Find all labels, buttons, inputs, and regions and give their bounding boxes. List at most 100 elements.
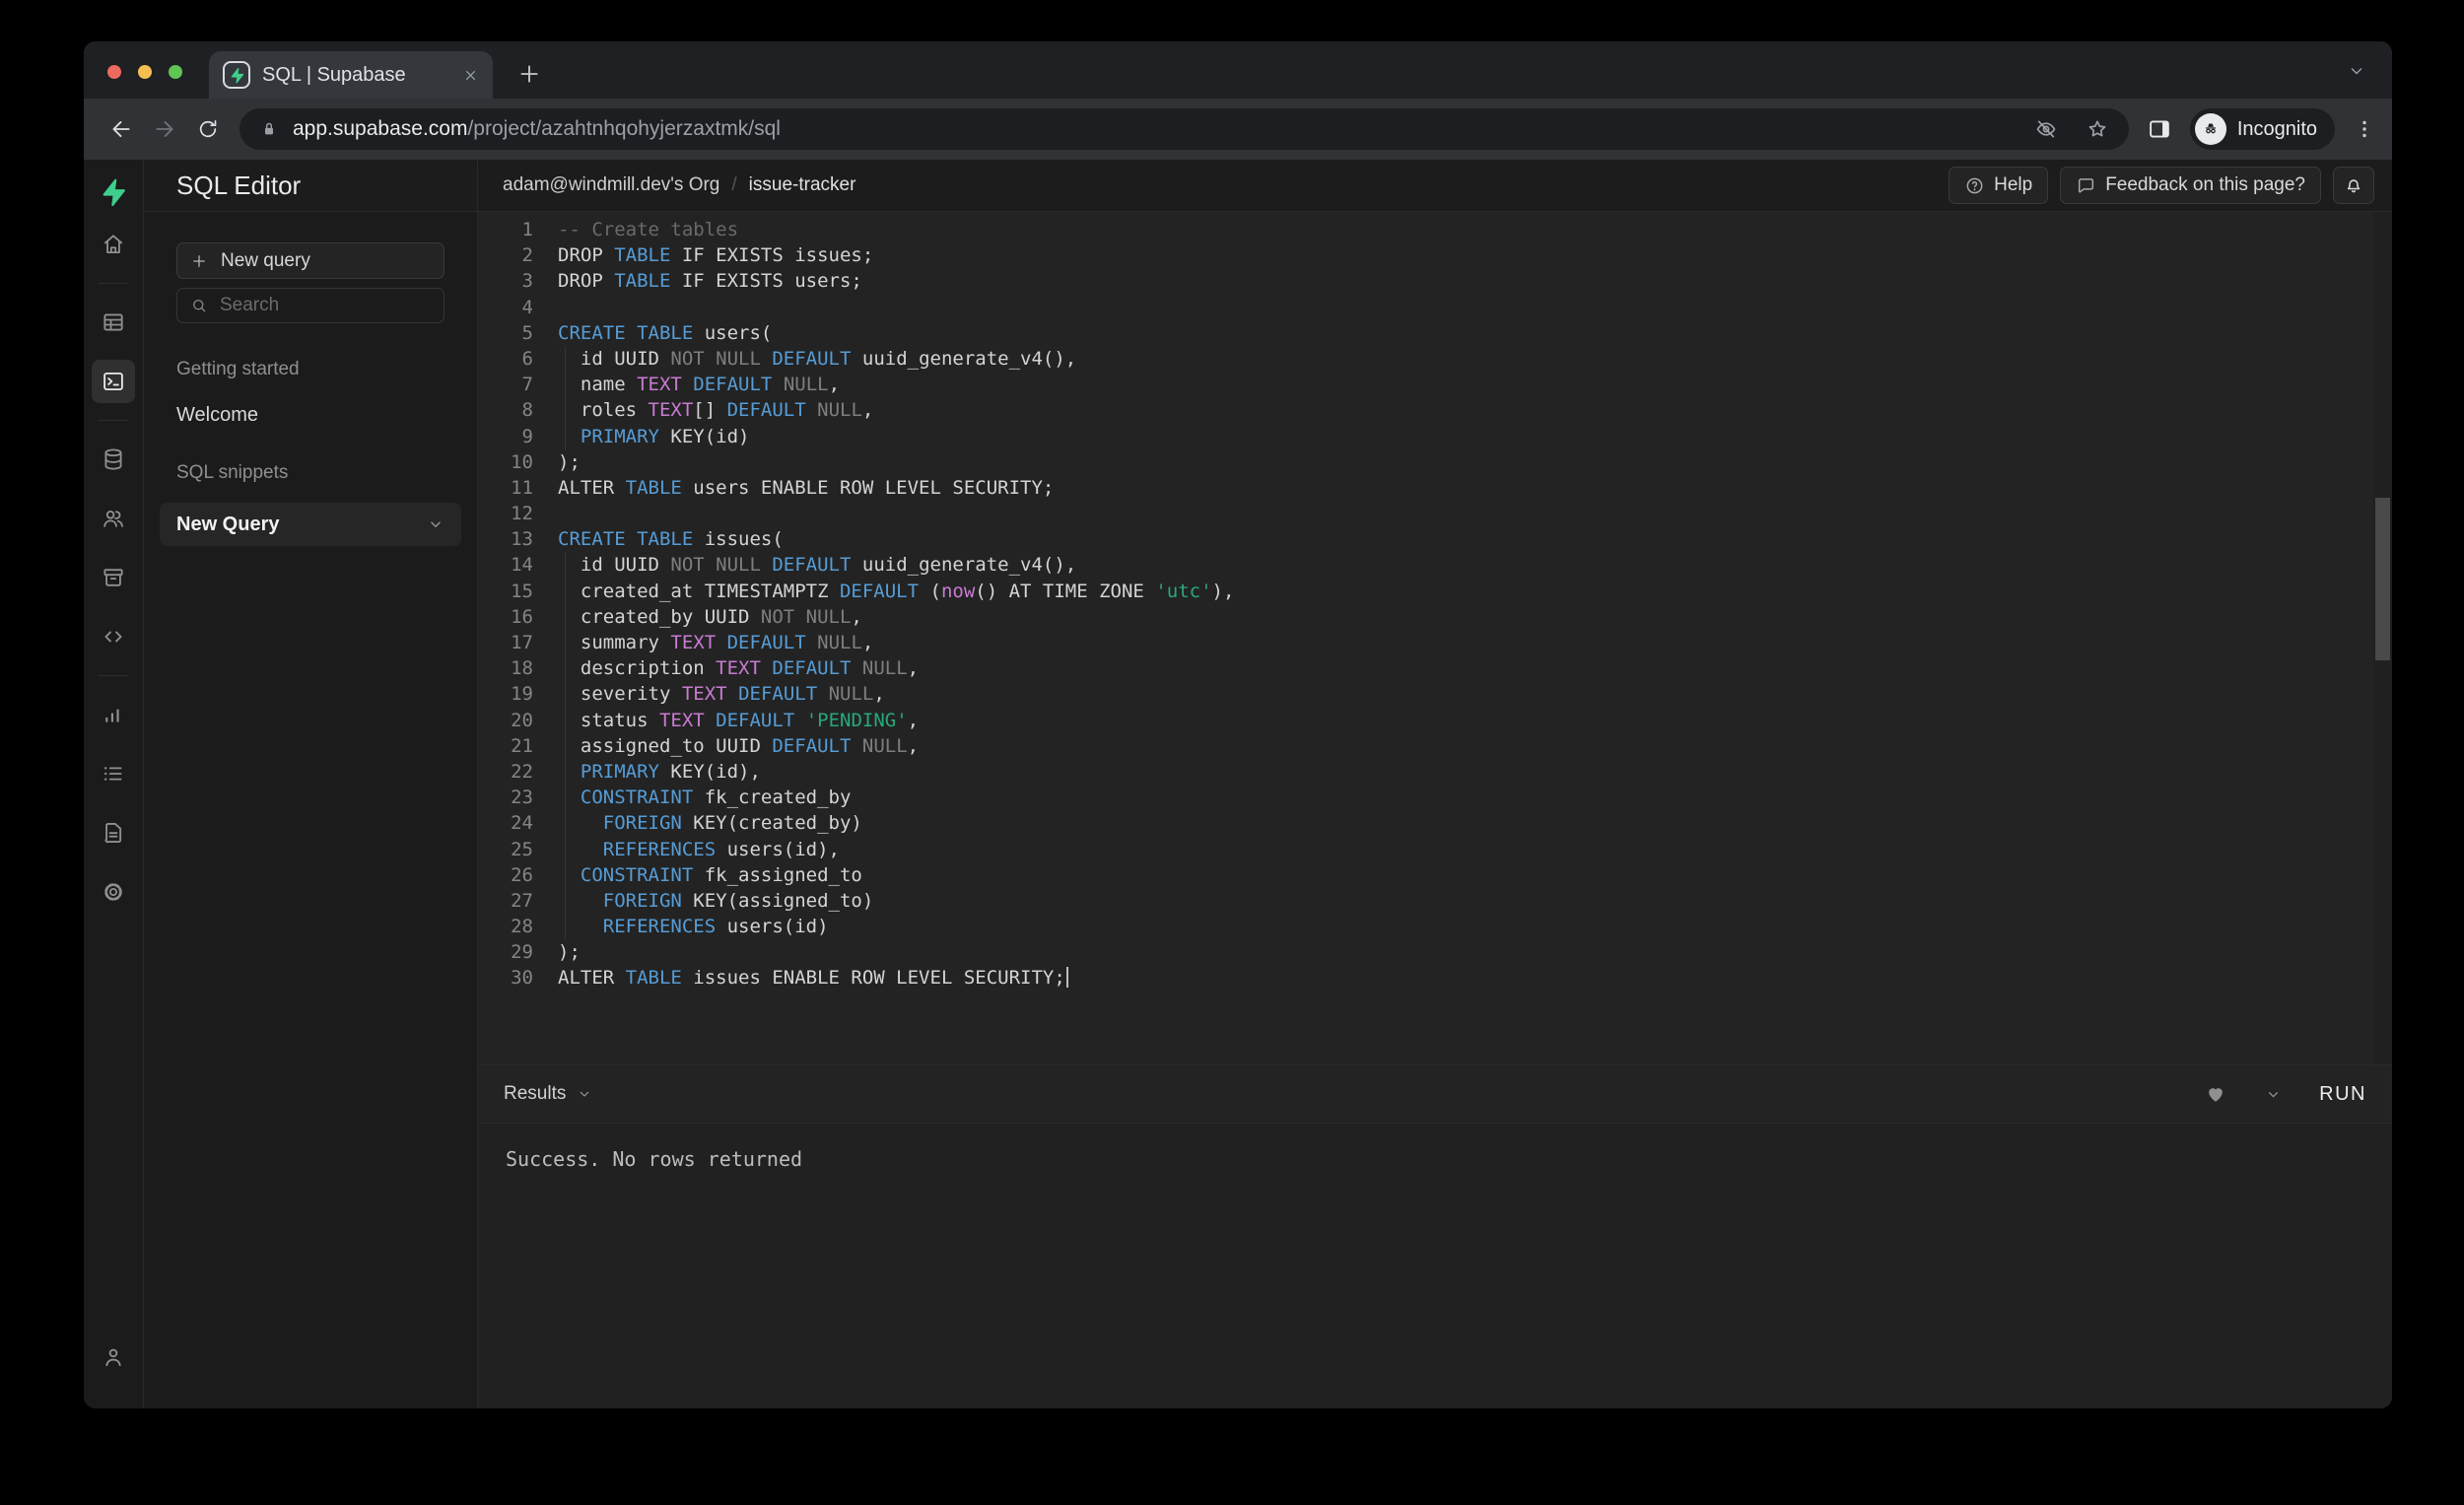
results-dropdown[interactable]: Results [504, 1083, 592, 1105]
help-button[interactable]: Help [1949, 167, 2048, 204]
breadcrumb-org[interactable]: adam@windmill.dev's Org [503, 174, 719, 196]
rail-storage-icon[interactable] [92, 556, 135, 599]
lock-icon [259, 119, 279, 139]
minimize-window-button[interactable] [138, 65, 152, 79]
code-line[interactable]: 11ALTER TABLE users ENABLE ROW LEVEL SEC… [478, 475, 2392, 501]
code-line[interactable]: 13CREATE TABLE issues( [478, 526, 2392, 552]
zoom-window-button[interactable] [169, 65, 182, 79]
rail-sql-editor-icon[interactable] [92, 360, 135, 403]
rail-auth-icon[interactable] [92, 497, 135, 540]
code-line[interactable]: 14 id UUID NOT NULL DEFAULT uuid_generat… [478, 552, 2392, 578]
sidebar-item-welcome[interactable]: Welcome [176, 404, 477, 427]
code-line[interactable]: 9 PRIMARY KEY(id) [478, 424, 2392, 449]
rail-settings-icon[interactable] [92, 870, 135, 914]
speech-bubble-icon [2076, 175, 2096, 196]
new-tab-button[interactable] [516, 61, 542, 87]
refresh-button[interactable] [186, 107, 230, 151]
code-line[interactable]: 4 [478, 295, 2392, 320]
code-line[interactable]: 6 id UUID NOT NULL DEFAULT uuid_generate… [478, 346, 2392, 372]
code-line[interactable]: 18 description TEXT DEFAULT NULL, [478, 655, 2392, 681]
run-options-chevron-icon[interactable] [2265, 1086, 2282, 1103]
code-line[interactable]: 22 PRIMARY KEY(id), [478, 759, 2392, 785]
code-line[interactable]: 15 created_at TIMESTAMPTZ DEFAULT (now()… [478, 579, 2392, 604]
editor-scrollbar[interactable] [2373, 212, 2392, 1064]
line-number: 28 [478, 914, 533, 939]
chevron-down-icon[interactable] [427, 515, 445, 533]
line-number: 13 [478, 526, 533, 552]
code-line[interactable]: 16 created_by UUID NOT NULL, [478, 604, 2392, 630]
address-bar[interactable]: app.supabase.com/project/azahtnhqohyjerz… [240, 108, 2129, 150]
code-line[interactable]: 28 REFERENCES users(id) [478, 914, 2392, 939]
code-line[interactable]: 8 roles TEXT[] DEFAULT NULL, [478, 397, 2392, 423]
eye-off-icon[interactable] [2034, 117, 2058, 141]
run-button[interactable]: RUN [2319, 1083, 2366, 1106]
new-query-button[interactable]: New query [176, 242, 445, 279]
browser-toolbar: app.supabase.com/project/azahtnhqohyjerz… [84, 99, 2392, 160]
supabase-bolt-icon [229, 67, 245, 84]
nav-rail [84, 160, 144, 1408]
line-number: 6 [478, 346, 533, 372]
code-line[interactable]: 2DROP TABLE IF EXISTS issues; [478, 242, 2392, 268]
close-window-button[interactable] [107, 65, 121, 79]
storage-icon [101, 565, 126, 590]
rail-database-icon[interactable] [92, 438, 135, 481]
search-box[interactable] [176, 288, 445, 323]
line-number: 5 [478, 320, 533, 346]
line-number: 14 [478, 552, 533, 578]
bookmark-star-icon[interactable] [2086, 117, 2109, 141]
line-number: 15 [478, 579, 533, 604]
code-line[interactable]: 12 [478, 501, 2392, 526]
feedback-button[interactable]: Feedback on this page? [2060, 167, 2321, 204]
code-line[interactable]: 3DROP TABLE IF EXISTS users; [478, 268, 2392, 294]
results-bar: Results RUN [478, 1064, 2392, 1124]
rail-logs-icon[interactable] [92, 752, 135, 795]
scrollbar-thumb[interactable] [2375, 498, 2390, 660]
text-cursor [1066, 967, 1068, 988]
help-circle-icon [1964, 175, 1985, 196]
line-number: 25 [478, 837, 533, 862]
tab-close-icon[interactable] [462, 67, 479, 84]
favorite-heart-icon[interactable] [2204, 1082, 2227, 1106]
browser-menu-button[interactable] [2353, 117, 2376, 141]
supabase-logo[interactable] [99, 177, 128, 207]
code-line[interactable]: 19 severity TEXT DEFAULT NULL, [478, 681, 2392, 707]
url-text[interactable]: app.supabase.com/project/azahtnhqohyjerz… [293, 117, 781, 141]
search-input[interactable] [220, 295, 431, 316]
code-line[interactable]: 25 REFERENCES users(id), [478, 837, 2392, 862]
code-line[interactable]: 17 summary TEXT DEFAULT NULL, [478, 630, 2392, 655]
code-line[interactable]: 21 assigned_to UUID DEFAULT NULL, [478, 733, 2392, 759]
code-line[interactable]: 7 name TEXT DEFAULT NULL, [478, 372, 2392, 397]
line-number: 29 [478, 939, 533, 965]
browser-tab[interactable]: SQL | Supabase [209, 51, 493, 99]
tab-list-chevron-icon[interactable] [2347, 61, 2366, 81]
rail-reports-icon[interactable] [92, 693, 135, 736]
line-number: 7 [478, 372, 533, 397]
code-line[interactable]: 5CREATE TABLE users( [478, 320, 2392, 346]
rail-home-icon[interactable] [92, 223, 135, 266]
rail-table-editor-icon[interactable] [92, 301, 135, 344]
tab-strip: SQL | Supabase [84, 41, 2392, 99]
incognito-label: Incognito [2237, 118, 2317, 141]
back-button[interactable] [100, 107, 143, 151]
code-line[interactable]: 30ALTER TABLE issues ENABLE ROW LEVEL SE… [478, 965, 2392, 991]
breadcrumb-project[interactable]: issue-tracker [749, 174, 856, 196]
code-line[interactable]: 20 status TEXT DEFAULT 'PENDING', [478, 708, 2392, 733]
rail-api-icon[interactable] [92, 615, 135, 658]
rail-account-icon[interactable] [92, 1335, 135, 1379]
forward-button[interactable] [143, 107, 186, 151]
line-number: 17 [478, 630, 533, 655]
rail-divider [99, 675, 128, 676]
code-line[interactable]: 24 FOREIGN KEY(created_by) [478, 810, 2392, 836]
rail-docs-icon[interactable] [92, 811, 135, 855]
line-number: 26 [478, 862, 533, 888]
code-line[interactable]: 29); [478, 939, 2392, 965]
code-line[interactable]: 10); [478, 449, 2392, 475]
side-panel-icon[interactable] [2147, 116, 2172, 142]
code-line[interactable]: 26 CONSTRAINT fk_assigned_to [478, 862, 2392, 888]
sidebar-item-new-query[interactable]: New Query [160, 503, 461, 546]
notifications-button[interactable] [2333, 167, 2374, 204]
code-line[interactable]: 1-- Create tables [478, 217, 2392, 242]
code-editor[interactable]: 1-- Create tables2DROP TABLE IF EXISTS i… [478, 212, 2392, 1064]
code-line[interactable]: 27 FOREIGN KEY(assigned_to) [478, 888, 2392, 914]
code-line[interactable]: 23 CONSTRAINT fk_created_by [478, 785, 2392, 810]
